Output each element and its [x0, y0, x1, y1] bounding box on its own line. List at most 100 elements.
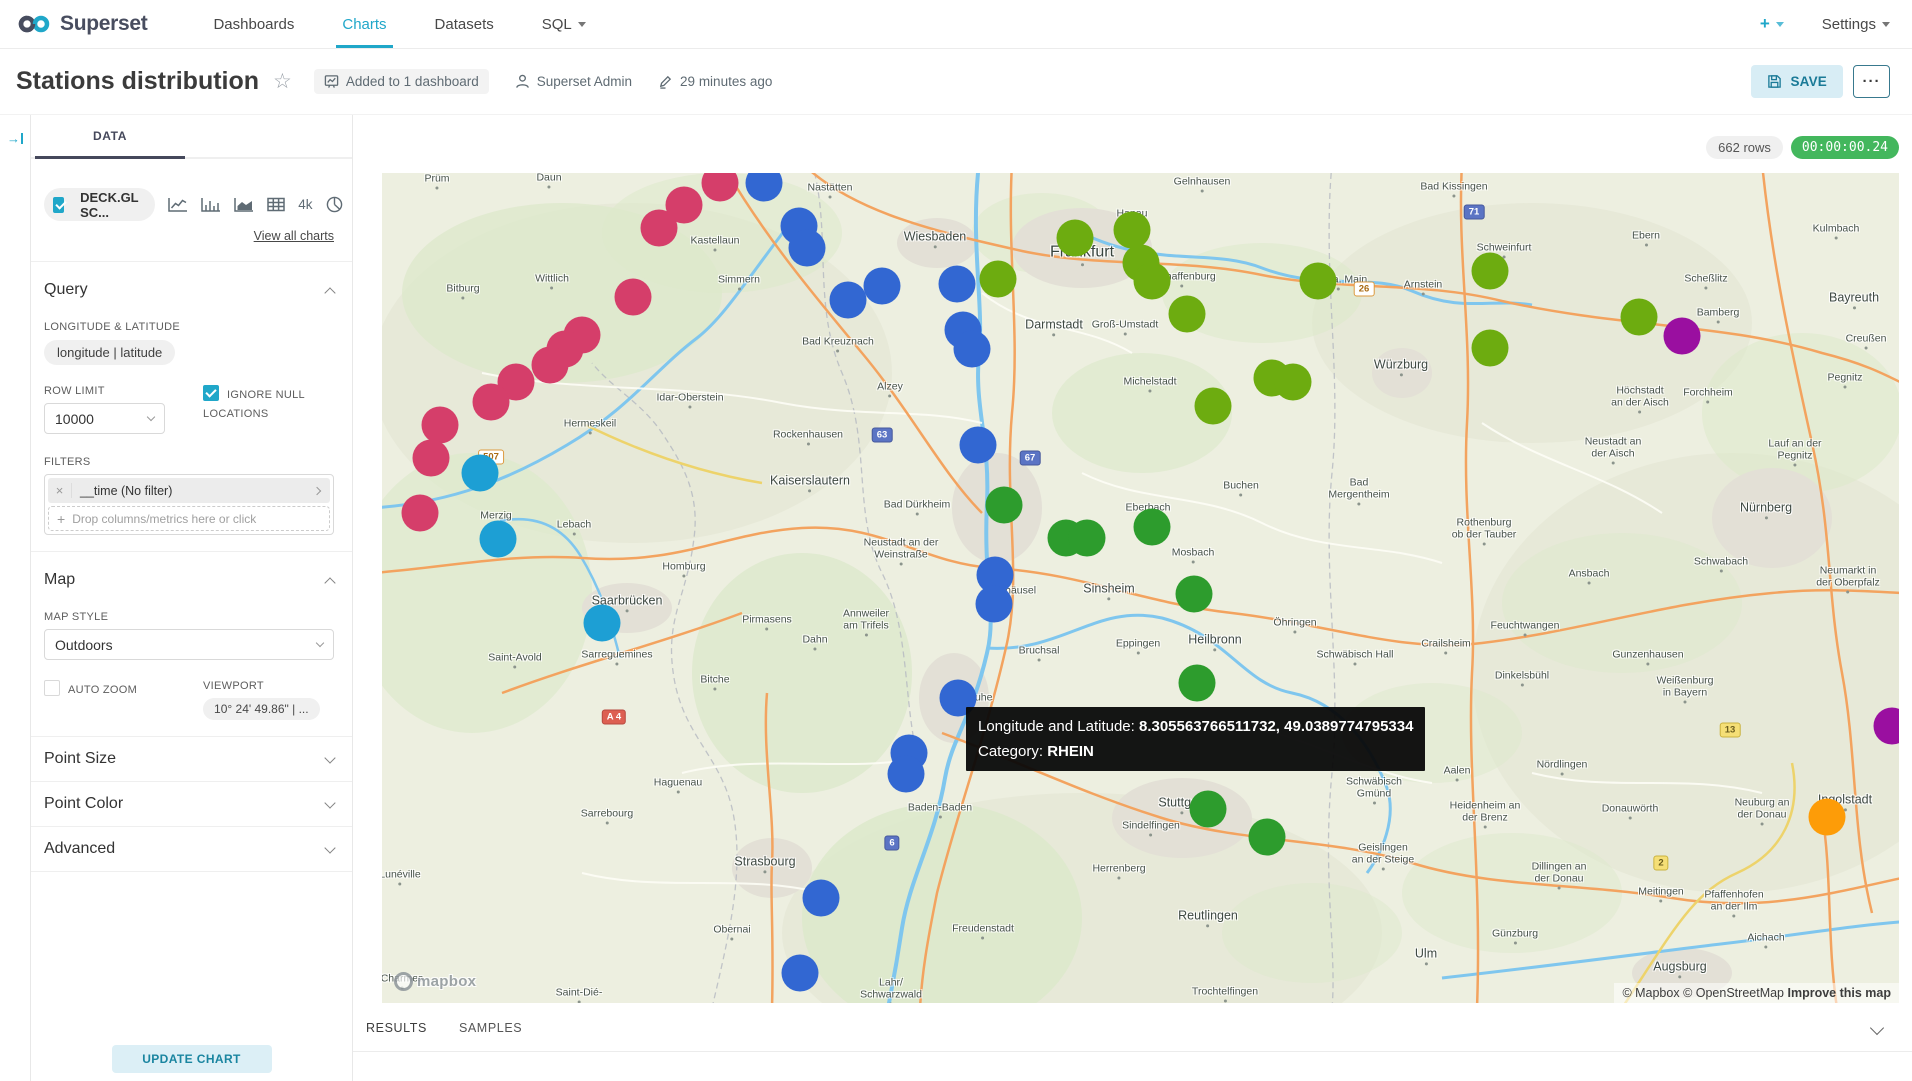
viz-selected-checkbox[interactable] — [53, 197, 64, 213]
data-point[interactable] — [830, 282, 867, 319]
data-point[interactable] — [480, 521, 517, 558]
nav-charts[interactable]: Charts — [318, 0, 410, 48]
data-point[interactable] — [1114, 212, 1151, 249]
last-edited[interactable]: 29 minutes ago — [658, 74, 772, 89]
section-map[interactable]: Map — [44, 552, 334, 589]
lonlat-pill[interactable]: longitude | latitude — [44, 340, 175, 365]
row-limit-select[interactable]: 10000 — [44, 403, 165, 434]
data-point[interactable] — [1190, 791, 1227, 828]
data-point[interactable] — [1275, 364, 1312, 401]
nav-right: + Settings — [1760, 14, 1890, 34]
data-point[interactable] — [954, 331, 991, 368]
nav-datasets[interactable]: Datasets — [411, 0, 518, 48]
section-point-size-label: Point Size — [44, 750, 116, 768]
data-point[interactable] — [402, 495, 439, 532]
brand[interactable]: Superset — [18, 12, 147, 36]
section-query[interactable]: Query — [44, 262, 334, 299]
dashboard-badge-label: Added to 1 dashboard — [346, 74, 479, 89]
bar-chart-icon[interactable] — [201, 197, 221, 212]
filter-time[interactable]: × __time (No filter) — [48, 478, 330, 503]
dashboard-badge[interactable]: Added to 1 dashboard — [314, 69, 489, 94]
data-point[interactable] — [960, 427, 997, 464]
owner: Superset Admin — [515, 74, 632, 89]
chevron-down-icon — [578, 22, 586, 27]
data-point[interactable] — [1472, 253, 1509, 290]
ignore-null-checkbox[interactable] — [203, 385, 219, 401]
auto-zoom-checkbox[interactable] — [44, 680, 60, 696]
view-all-charts-link[interactable]: View all charts — [254, 229, 334, 243]
data-point[interactable] — [1176, 576, 1213, 613]
data-point[interactable] — [864, 268, 901, 305]
data-point[interactable] — [641, 210, 678, 247]
tab-samples[interactable]: SAMPLES — [459, 1021, 522, 1035]
table-icon[interactable] — [267, 197, 285, 212]
collapse-results-icon[interactable] — [1870, 1021, 1884, 1035]
viewport-pill[interactable]: 10° 24' 49.86" | ... — [203, 698, 320, 720]
data-point[interactable] — [422, 407, 459, 444]
data-point[interactable] — [888, 756, 925, 793]
section-map-label: Map — [44, 571, 75, 589]
map-style-select[interactable]: Outdoors — [44, 629, 334, 660]
tab-results[interactable]: RESULTS — [366, 1021, 427, 1035]
update-chart-button[interactable]: UPDATE CHART — [112, 1045, 272, 1073]
mapbox-logo[interactable]: mapbox — [394, 972, 476, 991]
data-point[interactable] — [1664, 318, 1701, 355]
tooltip-lonlat-label: Longitude and Latitude: — [978, 718, 1135, 735]
data-point[interactable] — [473, 384, 510, 421]
panel-collapse-gutter[interactable]: → — [0, 115, 31, 1081]
data-point[interactable] — [1057, 220, 1094, 257]
data-point[interactable] — [980, 261, 1017, 298]
data-point[interactable] — [1134, 509, 1171, 546]
mapbox-attribution-link[interactable]: © Mapbox — [1622, 986, 1679, 1000]
expand-panel-icon[interactable]: → — [7, 131, 23, 146]
data-point[interactable] — [615, 279, 652, 316]
data-point[interactable] — [789, 230, 826, 267]
viz-type-control[interactable]: DECK.GL SC... — [44, 188, 155, 221]
data-point[interactable] — [1300, 263, 1337, 300]
viz-4k-badge[interactable]: 4k — [298, 197, 312, 212]
page-title[interactable]: Stations distribution — [16, 67, 259, 96]
settings-label: Settings — [1822, 16, 1876, 33]
map-canvas[interactable]: PrümDaunNastättenGelnhausenBad Kissingen… — [382, 173, 1899, 1003]
data-point[interactable] — [584, 605, 621, 642]
data-point[interactable] — [1069, 520, 1106, 557]
pie-chart-icon[interactable] — [326, 196, 343, 213]
osm-attribution-link[interactable]: © OpenStreetMap — [1683, 986, 1784, 1000]
nav-dashboards[interactable]: Dashboards — [189, 0, 318, 48]
save-button[interactable]: SAVE — [1751, 65, 1843, 98]
remove-filter-icon[interactable]: × — [48, 483, 72, 498]
data-point[interactable] — [986, 487, 1023, 524]
data-point[interactable] — [1249, 819, 1286, 856]
data-point[interactable] — [1195, 388, 1232, 425]
data-point[interactable] — [1179, 665, 1216, 702]
data-point[interactable] — [1472, 330, 1509, 367]
new-button[interactable]: + — [1760, 14, 1784, 34]
data-point[interactable] — [1621, 299, 1658, 336]
more-button[interactable]: ··· — [1853, 65, 1890, 98]
data-point[interactable] — [1134, 263, 1171, 300]
map-tooltip: Longitude and Latitude: 8.30556376651173… — [966, 707, 1425, 771]
line-chart-icon[interactable] — [168, 197, 188, 212]
tab-data[interactable]: DATA — [35, 115, 185, 159]
filters-label: FILTERS — [44, 456, 334, 468]
data-point[interactable] — [1169, 296, 1206, 333]
data-point[interactable] — [782, 955, 819, 992]
section-point-color[interactable]: Point Color — [44, 782, 334, 826]
filter-drop-zone[interactable]: + Drop columns/metrics here or click — [48, 506, 330, 531]
drop-hint-label: Drop columns/metrics here or click — [72, 512, 256, 526]
section-advanced[interactable]: Advanced — [44, 827, 334, 871]
data-point[interactable] — [976, 586, 1013, 623]
data-point[interactable] — [462, 455, 499, 492]
data-point[interactable] — [532, 347, 569, 384]
improve-map-link[interactable]: Improve this map — [1788, 986, 1892, 1000]
nav-sql[interactable]: SQL — [518, 0, 610, 48]
area-chart-icon[interactable] — [234, 197, 254, 212]
data-point[interactable] — [939, 266, 976, 303]
tooltip-category-value: RHEIN — [1047, 743, 1094, 760]
data-point[interactable] — [413, 440, 450, 477]
favorite-star-icon[interactable]: ☆ — [273, 69, 292, 94]
section-point-size[interactable]: Point Size — [44, 737, 334, 781]
settings-menu[interactable]: Settings — [1822, 16, 1890, 33]
data-point[interactable] — [803, 880, 840, 917]
data-point[interactable] — [1809, 799, 1846, 836]
